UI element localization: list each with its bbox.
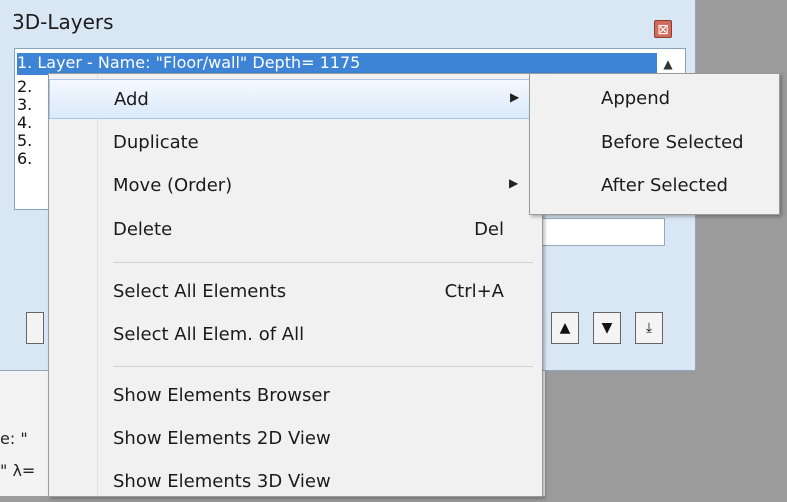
menu-item-show-elements-2d-view[interactable]: Show Elements 2D View: [49, 419, 542, 459]
submenu-label-append: Append: [601, 88, 671, 109]
palette-title: 3D-Layers: [12, 10, 114, 34]
submenu-arrow-icon: ▶: [510, 90, 520, 104]
submenu-item-after-selected[interactable]: After Selected: [530, 166, 779, 206]
menu-label-show-elements-browser: Show Elements Browser: [113, 385, 330, 406]
submenu-arrow-icon: ▶: [509, 176, 519, 190]
add-submenu: Append Before Selected After Selected: [529, 73, 780, 215]
move-bottom-icon: ⤓: [645, 320, 653, 336]
menu-item-select-all-elem-of-all[interactable]: Select All Elem. of All: [49, 315, 542, 355]
menu-label-show-elements-2d-view: Show Elements 2D View: [113, 428, 331, 449]
close-icon[interactable]: ⊠: [654, 20, 672, 38]
menu-separator: [113, 262, 533, 263]
menu-shortcut-select-all: Ctrl+A: [444, 281, 504, 302]
move-up-icon: ▲: [559, 320, 571, 336]
menu-item-add[interactable]: Add ▶: [49, 79, 542, 119]
submenu-label-after-selected: After Selected: [601, 175, 728, 196]
move-up-button[interactable]: ▲: [551, 312, 579, 344]
submenu-item-append[interactable]: Append: [530, 79, 779, 119]
menu-item-select-all-elements[interactable]: Select All Elements Ctrl+A: [49, 272, 542, 312]
menu-label-select-all-elements: Select All Elements: [113, 281, 287, 302]
menu-item-duplicate[interactable]: Duplicate: [49, 123, 542, 163]
menu-item-move-order[interactable]: Move (Order) ▶: [49, 166, 542, 206]
menu-item-show-elements-browser[interactable]: Show Elements Browser: [49, 376, 542, 416]
menu-separator: [113, 366, 533, 367]
layer-name-field[interactable]: [540, 218, 665, 246]
submenu-label-before-selected: Before Selected: [601, 132, 744, 153]
layer-row-1[interactable]: 1. Layer - Name: "Floor/wall" Depth= 117…: [17, 53, 657, 75]
menu-item-show-elements-3d-view[interactable]: Show Elements 3D View: [49, 462, 542, 502]
layer-row-6[interactable]: 6.: [17, 149, 32, 171]
menu-label-duplicate: Duplicate: [113, 132, 199, 153]
context-menu: Add ▶ Duplicate Move (Order) ▶ Delete De…: [48, 73, 543, 497]
menu-label-show-elements-3d-view: Show Elements 3D View: [113, 471, 331, 492]
menu-label-add: Add: [114, 89, 149, 110]
scroll-up-icon[interactable]: ▲: [661, 57, 675, 71]
move-bottom-button[interactable]: ⤓: [635, 312, 663, 344]
menu-item-delete[interactable]: Delete Del: [49, 210, 542, 250]
menu-shortcut-delete: Del: [474, 219, 504, 240]
palette-left-button[interactable]: [26, 312, 44, 344]
move-down-icon: ▼: [601, 320, 613, 336]
menu-label-move-order: Move (Order): [113, 175, 233, 196]
menu-label-delete: Delete: [113, 219, 173, 240]
submenu-item-before-selected[interactable]: Before Selected: [530, 123, 779, 163]
menu-label-select-all-elem-of-all: Select All Elem. of All: [113, 324, 305, 345]
move-down-button[interactable]: ▼: [593, 312, 621, 344]
